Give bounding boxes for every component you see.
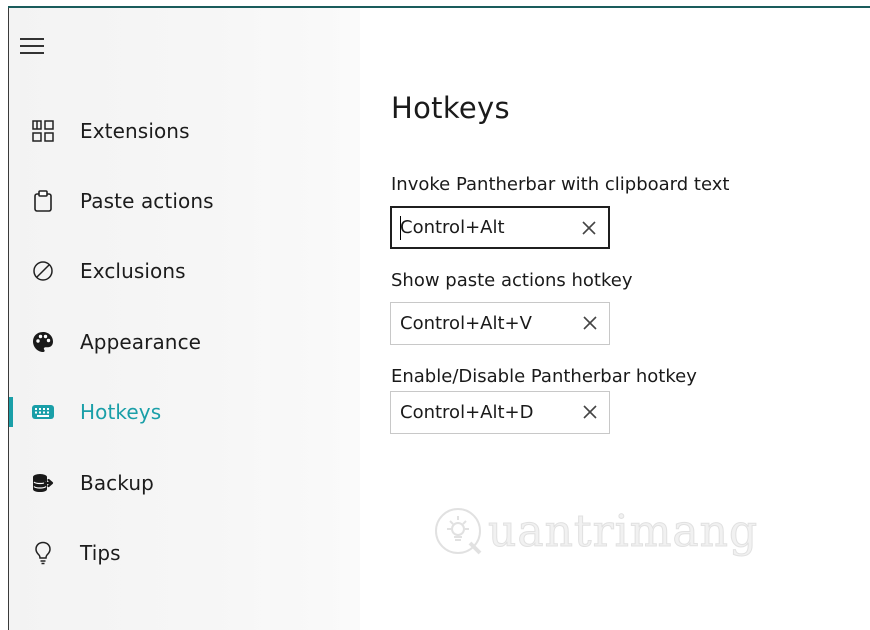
sidebar-item-tips[interactable]: Tips [9, 525, 360, 581]
clear-hotkey-button[interactable] [579, 312, 601, 334]
active-indicator [9, 397, 13, 427]
sidebar-item-appearance[interactable]: Appearance [9, 314, 360, 370]
hotkey-value: Control+Alt+V [400, 313, 532, 334]
watermark: uantrimang [432, 505, 758, 557]
hamburger-menu-icon[interactable] [20, 38, 44, 58]
no-entry-icon [31, 259, 55, 283]
sidebar-item-label: Tips [80, 541, 121, 565]
sidebar-item-exclusions[interactable]: Exclusions [9, 243, 360, 299]
hotkey-label-invoke: Invoke Pantherbar with clipboard text [391, 174, 730, 195]
sidebar-item-backup[interactable]: Backup [9, 455, 360, 511]
watermark-text: uantrimang [487, 505, 759, 557]
sidebar-item-label: Backup [80, 471, 154, 495]
hotkey-label-enable-disable: Enable/Disable Pantherbar hotkey [391, 366, 697, 387]
sidebar-item-label: Exclusions [80, 259, 186, 283]
quantrimang-logo-icon [435, 508, 482, 555]
sidebar-item-extensions[interactable]: Extensions [9, 103, 360, 159]
clear-hotkey-button[interactable] [579, 401, 601, 423]
page-title: Hotkeys [391, 91, 510, 125]
palette-icon [31, 330, 55, 354]
hotkey-value: Control+Alt [400, 217, 505, 238]
hotkey-value: Control+Alt+D [400, 402, 534, 423]
sidebar-item-label: Appearance [80, 330, 202, 354]
sidebar-item-label: Hotkeys [80, 400, 162, 424]
sidebar-item-hotkeys[interactable]: Hotkeys [9, 384, 360, 440]
close-icon [583, 405, 597, 419]
sidebar-item-label: Extensions [80, 119, 190, 143]
lightbulb-icon [31, 541, 55, 565]
sidebar-item-paste-actions[interactable]: Paste actions [9, 173, 360, 229]
close-icon [583, 316, 597, 330]
clear-hotkey-button[interactable] [578, 217, 600, 239]
hotkey-input-paste-actions[interactable]: Control+Alt+V [390, 302, 610, 345]
close-icon [582, 221, 596, 235]
settings-window: Extensions Paste actions Exclusions Appe… [0, 0, 870, 630]
hotkey-label-paste-actions: Show paste actions hotkey [391, 270, 633, 291]
extensions-grid-icon [31, 119, 55, 143]
database-export-icon [31, 471, 55, 495]
sidebar-item-label: Paste actions [80, 189, 214, 213]
hotkey-input-invoke[interactable]: Control+Alt [390, 206, 610, 249]
keyboard-icon [31, 400, 55, 424]
clipboard-icon [31, 189, 55, 213]
hotkey-input-enable-disable[interactable]: Control+Alt+D [390, 391, 610, 434]
